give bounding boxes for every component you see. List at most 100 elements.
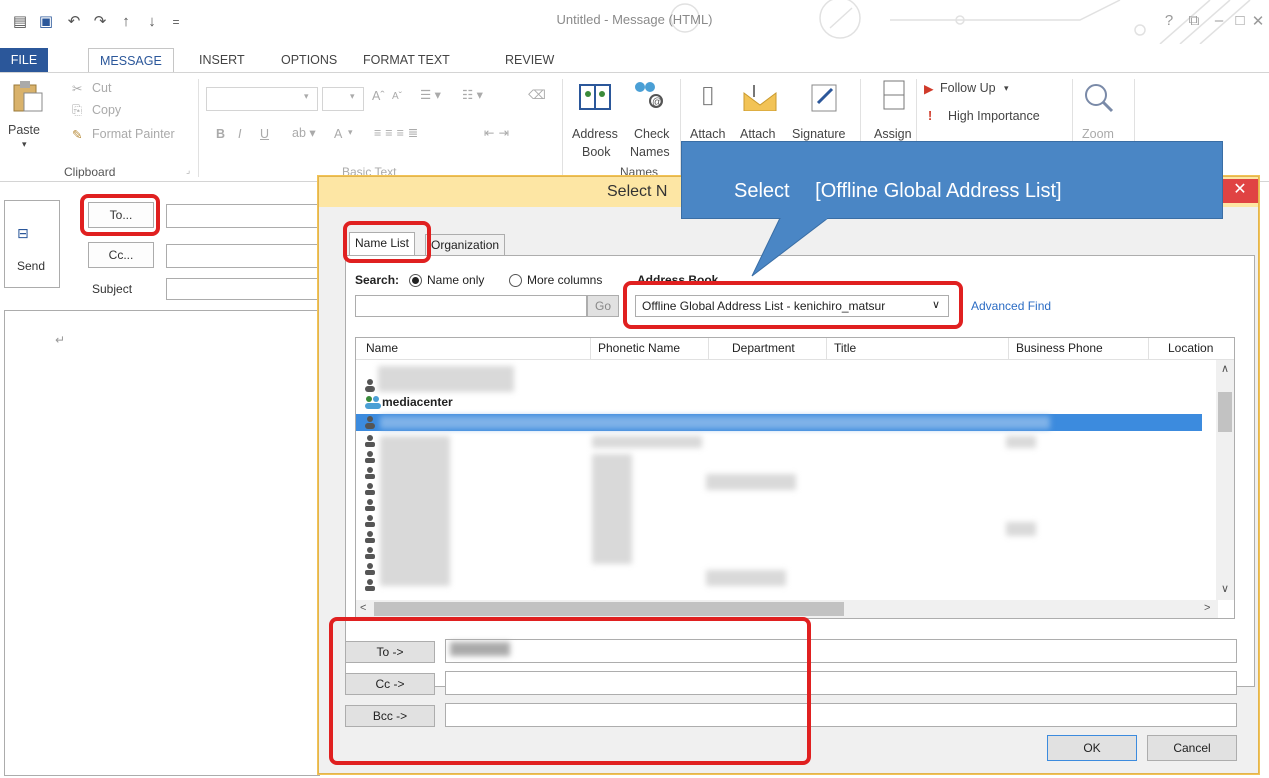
list-item[interactable]: mediacenter [356, 394, 1202, 411]
search-input[interactable] [355, 295, 587, 317]
horizontal-scroll-thumb[interactable] [374, 602, 844, 616]
to-button[interactable]: To... [88, 202, 154, 228]
name-only-label: Name only [427, 273, 485, 287]
tab-format-text[interactable]: FORMAT TEXT [352, 48, 461, 72]
tab-message[interactable]: MESSAGE [88, 48, 174, 72]
tab-insert[interactable]: INSERT [188, 48, 256, 72]
cc-button[interactable]: Cc... [88, 242, 154, 268]
attach-file-button[interactable]: Attach [690, 127, 725, 141]
attach-file-icon[interactable]: ⌷ [700, 81, 716, 113]
tab-organization[interactable]: Organization [425, 234, 506, 256]
scroll-right-icon[interactable]: > [1204, 602, 1210, 614]
bold-button[interactable]: B [216, 127, 225, 141]
address-list-grid[interactable]: Name Phonetic Name Department Title Busi… [355, 337, 1235, 619]
check-names-icon[interactable]: @ [630, 79, 664, 111]
address-book-button[interactable]: Address [572, 127, 618, 141]
column-divider[interactable] [590, 338, 591, 360]
format-painter-button[interactable]: Format Painter [92, 127, 175, 141]
scroll-left-icon[interactable]: < [360, 602, 366, 614]
tab-options[interactable]: OPTIONS [270, 48, 348, 72]
font-size-combo[interactable] [322, 87, 364, 111]
zoom-button[interactable]: Zoom [1082, 127, 1114, 141]
column-divider[interactable] [1008, 338, 1009, 360]
list-item[interactable] [356, 362, 1202, 392]
advanced-find-link[interactable]: Advanced Find [971, 299, 1051, 313]
underline-button[interactable]: U [260, 127, 269, 141]
tab-review[interactable]: REVIEW [494, 48, 565, 72]
font-color-dropdown-icon[interactable]: ▾ [348, 127, 353, 138]
follow-up-dropdown-icon[interactable]: ▾ [1004, 83, 1009, 94]
paste-dropdown-icon[interactable]: ▾ [22, 139, 27, 150]
cc-field[interactable] [166, 244, 320, 268]
zoom-icon[interactable] [1082, 81, 1114, 115]
to-field[interactable] [166, 204, 320, 228]
send-button[interactable]: ⊟ Send [4, 200, 60, 288]
numbering-icon[interactable]: ☷ ▾ [462, 87, 483, 102]
highlight-icon[interactable]: ab ▾ [292, 125, 316, 140]
font-color-button[interactable]: A [334, 127, 342, 141]
address-book-icon[interactable] [578, 81, 612, 111]
add-bcc-button[interactable]: Bcc -> [345, 705, 435, 727]
bullets-icon[interactable]: ☰ ▾ [420, 87, 441, 102]
column-title[interactable]: Title [834, 341, 856, 355]
attach-item-icon[interactable] [742, 83, 778, 111]
minimize-icon[interactable]: – [1208, 12, 1230, 29]
follow-up-button[interactable]: Follow Up [940, 81, 996, 95]
italic-button[interactable]: I [238, 127, 241, 141]
signature-button[interactable]: Signature [792, 127, 846, 141]
to-recipients-field[interactable] [445, 639, 1237, 663]
high-importance-button[interactable]: High Importance [948, 109, 1040, 123]
list-item[interactable] [356, 434, 1202, 594]
column-divider[interactable] [826, 338, 827, 360]
clear-formatting-icon[interactable]: ⌫ [528, 87, 546, 102]
tab-name-list[interactable]: Name List [349, 232, 416, 256]
align-icons[interactable]: ≡≡≡≣ [374, 125, 422, 140]
window-title: Untitled - Message (HTML) [556, 12, 713, 27]
assign-policy-button[interactable]: Assign [874, 127, 912, 141]
column-phonetic-name[interactable]: Phonetic Name [598, 341, 680, 355]
column-business-phone[interactable]: Business Phone [1016, 341, 1103, 355]
message-body[interactable]: ↵ [4, 310, 320, 776]
add-cc-button[interactable]: Cc -> [345, 673, 435, 695]
scroll-down-icon[interactable]: ∨ [1221, 582, 1229, 595]
attach-item-button[interactable]: Attach [740, 127, 775, 141]
scroll-up-icon[interactable]: ∧ [1221, 362, 1229, 375]
name-only-radio[interactable] [409, 274, 422, 287]
paste-button[interactable]: Paste [8, 123, 40, 137]
grid-header: Name Phonetic Name Department Title Busi… [356, 338, 1234, 360]
font-name-combo[interactable] [206, 87, 318, 111]
column-location[interactable]: Location [1168, 341, 1213, 355]
paste-icon[interactable] [8, 79, 48, 113]
add-to-button[interactable]: To -> [345, 641, 435, 663]
ribbon-display-icon[interactable]: ⧉ [1183, 12, 1205, 29]
cc-recipients-field[interactable] [445, 671, 1237, 695]
column-divider[interactable] [708, 338, 709, 360]
dialog-close-icon[interactable]: ✕ [1222, 179, 1258, 203]
vertical-scrollbar[interactable]: ∧ ∨ [1216, 360, 1234, 600]
clipboard-launcher-icon[interactable]: ⌟ [186, 165, 190, 176]
vertical-scroll-thumb[interactable] [1218, 392, 1232, 432]
horizontal-scrollbar[interactable]: < > [356, 600, 1218, 618]
more-columns-radio[interactable] [509, 274, 522, 287]
close-icon[interactable]: ✕ [1247, 12, 1269, 30]
copy-button[interactable]: Copy [92, 103, 121, 117]
column-name[interactable]: Name [366, 341, 398, 355]
check-names-button[interactable]: Check [634, 127, 669, 141]
signature-icon[interactable] [808, 81, 840, 113]
assign-policy-icon[interactable] [882, 79, 906, 111]
column-divider[interactable] [1148, 338, 1149, 360]
list-item-selected[interactable] [356, 414, 1202, 431]
cut-button[interactable]: Cut [92, 81, 111, 95]
cancel-button[interactable]: Cancel [1147, 735, 1237, 761]
go-button[interactable]: Go [587, 295, 619, 317]
grow-font-icon[interactable]: Aˆ [372, 89, 385, 103]
shrink-font-icon[interactable]: Aˇ [392, 91, 402, 102]
indent-icons[interactable]: ⇤⇥ [484, 125, 513, 140]
address-book-select[interactable]: Offline Global Address List - kenichiro_… [635, 295, 949, 317]
ok-button[interactable]: OK [1047, 735, 1137, 761]
tab-file[interactable]: FILE [0, 48, 48, 72]
help-icon[interactable]: ? [1158, 12, 1180, 29]
bcc-recipients-field[interactable] [445, 703, 1237, 727]
subject-field[interactable] [166, 278, 320, 300]
column-department[interactable]: Department [732, 341, 795, 355]
